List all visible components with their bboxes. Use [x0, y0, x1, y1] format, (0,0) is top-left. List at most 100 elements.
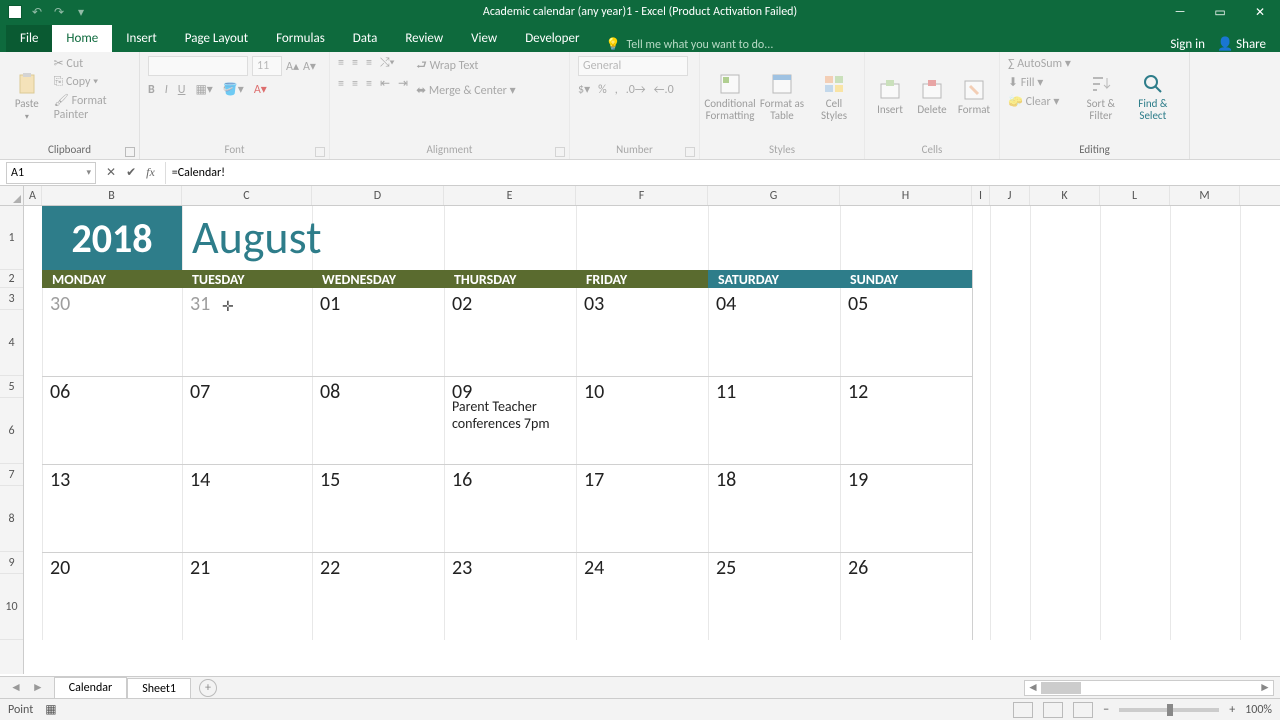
- day-number[interactable]: 20: [42, 552, 182, 574]
- sheet-area[interactable]: 2018AugustMONDAYTUESDAYWEDNESDAYTHURSDAY…: [24, 206, 1280, 674]
- delete-cells-button[interactable]: Delete: [915, 56, 949, 138]
- tab-home[interactable]: Home: [52, 25, 112, 52]
- qat-custom-icon[interactable]: ▾: [72, 3, 90, 21]
- clear-button[interactable]: 🧽 Clear ▾: [1008, 94, 1071, 109]
- align-bottom-icon[interactable]: ≡: [366, 56, 372, 70]
- fill-color-button[interactable]: 🪣▾: [223, 82, 244, 97]
- day-number[interactable]: 03: [576, 288, 708, 310]
- day-number[interactable]: 07: [182, 376, 312, 398]
- row-header-8[interactable]: 8: [0, 486, 23, 552]
- dec-decimal-icon[interactable]: ←.0: [654, 83, 674, 97]
- comma-icon[interactable]: ,: [615, 83, 618, 97]
- undo-icon[interactable]: ↶: [28, 3, 46, 21]
- col-header-H[interactable]: H: [840, 186, 972, 205]
- align-top-icon[interactable]: ≡: [338, 56, 344, 70]
- tab-data[interactable]: Data: [339, 25, 392, 52]
- save-icon[interactable]: [6, 3, 24, 21]
- horizontal-scrollbar[interactable]: ◄►: [1024, 680, 1274, 696]
- day-number[interactable]: 25: [708, 552, 840, 574]
- sheet-nav-next-icon[interactable]: ►: [32, 680, 44, 695]
- row-header-7[interactable]: 7: [0, 464, 23, 486]
- row-header-10[interactable]: 10: [0, 574, 23, 640]
- row-header-6[interactable]: 6: [0, 398, 23, 464]
- day-number[interactable]: 06: [42, 376, 182, 398]
- day-number[interactable]: 09: [444, 376, 576, 398]
- day-number[interactable]: 12: [840, 376, 972, 398]
- conditional-formatting-button[interactable]: Conditional Formatting: [708, 56, 752, 138]
- autosum-button[interactable]: ∑ AutoSum ▾: [1008, 56, 1071, 71]
- tab-view[interactable]: View: [457, 25, 511, 52]
- align-right-icon[interactable]: ≡: [366, 77, 372, 91]
- day-number[interactable]: 21: [182, 552, 312, 574]
- macro-record-icon[interactable]: ▦: [45, 702, 56, 717]
- cut-button[interactable]: ✂ Cut: [54, 56, 131, 71]
- borders-button[interactable]: ▦▾: [195, 82, 212, 97]
- day-number[interactable]: 11: [708, 376, 840, 398]
- col-header-B[interactable]: B: [42, 186, 182, 205]
- day-number[interactable]: 23: [444, 552, 576, 574]
- underline-button[interactable]: U: [178, 83, 186, 97]
- day-number[interactable]: 17: [576, 464, 708, 486]
- redo-icon[interactable]: ↷: [50, 3, 68, 21]
- zoom-in-icon[interactable]: +: [1229, 703, 1235, 717]
- fill-button[interactable]: ⬇ Fill ▾: [1008, 75, 1071, 90]
- col-header-A[interactable]: A: [24, 186, 42, 205]
- col-header-G[interactable]: G: [708, 186, 840, 205]
- percent-icon[interactable]: %: [598, 83, 607, 97]
- col-header-J[interactable]: J: [990, 186, 1030, 205]
- worksheet-grid[interactable]: 12345678910 2018AugustMONDAYTUESDAYWEDNE…: [0, 206, 1280, 674]
- copy-button[interactable]: ⎘ Copy ▾: [54, 75, 131, 89]
- row-header-1[interactable]: 1: [0, 206, 23, 270]
- close-button[interactable]: ✕: [1240, 0, 1280, 24]
- day-number[interactable]: 16: [444, 464, 576, 486]
- day-number[interactable]: 22: [312, 552, 444, 574]
- font-name-combo[interactable]: [148, 56, 248, 76]
- day-number[interactable]: 14: [182, 464, 312, 486]
- row-header-2[interactable]: 2: [0, 270, 23, 288]
- col-header-I[interactable]: I: [972, 186, 990, 205]
- new-sheet-button[interactable]: +: [199, 679, 217, 697]
- select-all-corner[interactable]: [0, 186, 24, 205]
- enter-formula-icon[interactable]: ✔: [126, 165, 136, 180]
- page-break-view-icon[interactable]: [1073, 702, 1093, 718]
- col-header-K[interactable]: K: [1030, 186, 1100, 205]
- zoom-level[interactable]: 100%: [1245, 703, 1272, 717]
- insert-cells-button[interactable]: Insert: [873, 56, 907, 138]
- font-launcher-icon[interactable]: [315, 147, 325, 157]
- clipboard-launcher-icon[interactable]: [125, 147, 135, 157]
- sheet-tab-sheet1[interactable]: Sheet1: [127, 678, 191, 699]
- tab-developer[interactable]: Developer: [511, 25, 593, 52]
- font-size-combo[interactable]: 11: [252, 56, 282, 76]
- day-number[interactable]: 10: [576, 376, 708, 398]
- indent-dec-icon[interactable]: ⇤: [380, 76, 390, 91]
- col-header-F[interactable]: F: [576, 186, 708, 205]
- col-header-C[interactable]: C: [182, 186, 312, 205]
- tab-formulas[interactable]: Formulas: [262, 25, 339, 52]
- day-number[interactable]: 02: [444, 288, 576, 310]
- align-center-icon[interactable]: ≡: [352, 77, 358, 91]
- zoom-out-icon[interactable]: −: [1103, 703, 1109, 717]
- merge-center-button[interactable]: ⬌ Merge & Center ▾: [416, 83, 516, 98]
- col-header-E[interactable]: E: [444, 186, 576, 205]
- grow-font-icon[interactable]: A▴: [286, 59, 299, 74]
- day-number[interactable]: 26: [840, 552, 972, 574]
- col-header-M[interactable]: M: [1170, 186, 1240, 205]
- orientation-icon[interactable]: ⤭▾: [380, 56, 395, 70]
- sort-filter-button[interactable]: Sort & Filter: [1079, 56, 1123, 138]
- row-header-3[interactable]: 3: [0, 288, 23, 310]
- font-color-button[interactable]: A▾: [254, 82, 267, 97]
- formula-bar[interactable]: =Calendar!: [165, 162, 1280, 184]
- day-number[interactable]: 19: [840, 464, 972, 486]
- day-event[interactable]: Parent Teacher conferences 7pm: [444, 398, 576, 432]
- tell-me-search[interactable]: 💡 Tell me what you want to do...: [605, 37, 773, 52]
- format-as-table-button[interactable]: Format as Table: [760, 56, 804, 138]
- cell-styles-button[interactable]: Cell Styles: [812, 56, 856, 138]
- tab-page-layout[interactable]: Page Layout: [171, 25, 262, 52]
- format-cells-button[interactable]: Format: [957, 56, 991, 138]
- restore-button[interactable]: ▭: [1200, 0, 1240, 24]
- day-number[interactable]: 05: [840, 288, 972, 310]
- number-format-combo[interactable]: General: [578, 56, 688, 76]
- minimize-button[interactable]: —: [1160, 0, 1200, 24]
- indent-inc-icon[interactable]: ⇥: [398, 76, 408, 91]
- day-number[interactable]: 24: [576, 552, 708, 574]
